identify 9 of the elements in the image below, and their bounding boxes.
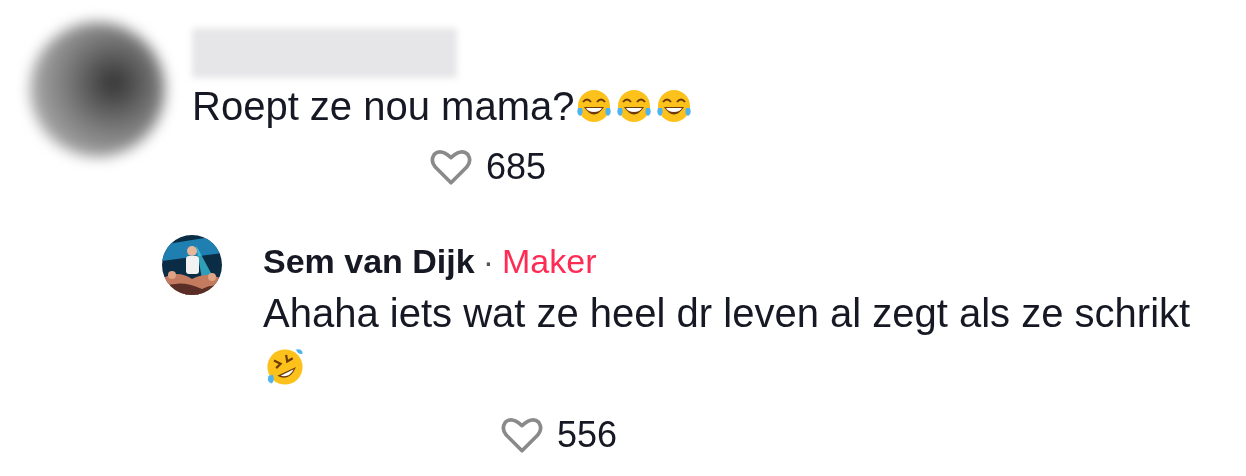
- like-count: 556: [557, 414, 618, 456]
- separator: ·: [482, 241, 494, 281]
- heart-icon[interactable]: [430, 148, 472, 186]
- comment-text: Ahaha iets wat ze heel dr leven al zegt als ze schrikt: [263, 291, 1191, 335]
- heart-icon[interactable]: [501, 416, 543, 454]
- creator-label: Maker: [502, 241, 597, 281]
- username[interactable]: Sem van Dijk: [263, 241, 475, 281]
- like-count: 685: [486, 146, 547, 188]
- comment-text: Roept ze nou mama?: [192, 84, 575, 128]
